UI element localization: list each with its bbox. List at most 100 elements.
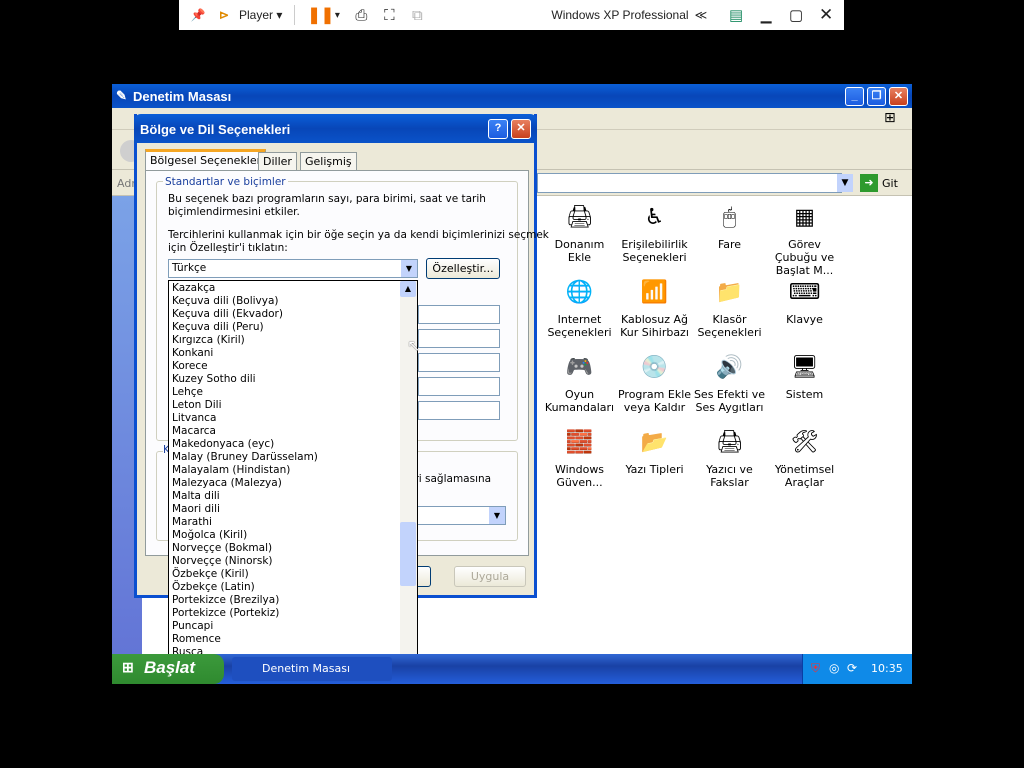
dropdown-option[interactable]: Korece	[172, 360, 208, 373]
cp-item[interactable]: 💿 Program Ekle veya Kaldır	[617, 350, 692, 414]
pin-icon[interactable]: 📌	[183, 8, 213, 22]
gamepad-icon: 🎮	[565, 354, 594, 380]
dialog-close-button[interactable]: ✕	[511, 119, 531, 139]
cp-item[interactable]: 🛠 Yönetimsel Araçlar	[767, 425, 842, 489]
close-icon[interactable]: ✕	[811, 5, 841, 25]
dropdown-option[interactable]: Norveççe (Ninorsk)	[172, 555, 273, 568]
customize-button[interactable]: Özelleştir...	[426, 258, 500, 279]
dropdown-option[interactable]: Kuzey Sotho dili	[172, 373, 256, 386]
tab-advanced[interactable]: Gelişmiş	[300, 152, 357, 171]
dropdown-option[interactable]: Malezyaca (Malezya)	[172, 477, 282, 490]
dropdown-option[interactable]: Norveççe (Bokmal)	[172, 542, 272, 555]
cp-item[interactable]: 🌐 Internet Seçenekleri	[542, 275, 617, 339]
dropdown-option[interactable]: Puncapi	[172, 620, 213, 633]
dialog-titlebar[interactable]: Bölge ve Dil Seçenekleri ? ✕	[134, 114, 537, 143]
dropdown-option[interactable]: Portekizce (Portekiz)	[172, 607, 279, 620]
dropdown-option[interactable]: Malay (Bruney Darüsselam)	[172, 451, 318, 464]
fullscreen-icon[interactable]: ⛶	[375, 7, 403, 24]
dropdown-option[interactable]: Konkani	[172, 347, 213, 360]
address-input[interactable]	[537, 173, 842, 193]
help-button[interactable]: ?	[488, 119, 508, 139]
cp-item-label: Erişilebilirlik Seçenekleri	[621, 238, 688, 264]
folder-icon: 📁	[715, 279, 744, 305]
dropdown-option[interactable]: Makedonyaca (eyc)	[172, 438, 274, 451]
cp-item-label: Yönetimsel Araçlar	[774, 463, 835, 489]
dropdown-option[interactable]: Maori dili	[172, 503, 220, 516]
pause-icon[interactable]: ❚❚	[307, 5, 334, 25]
dropdown-option[interactable]: Moğolca (Kiril)	[172, 529, 247, 542]
cp-item[interactable]: 📶 Kablosuz Ağ Kur Sihirbazı	[617, 275, 692, 339]
dropdown-option[interactable]: Kazakça	[172, 282, 215, 295]
security-alert-icon[interactable]: ⛨	[811, 661, 820, 676]
dropdown-option[interactable]: Malta dili	[172, 490, 220, 503]
cp-item-label: Ses Efekti ve Ses Aygıtları	[693, 388, 766, 414]
cp-item[interactable]: 🖱 Fare	[692, 200, 767, 251]
dropdown-option[interactable]: Litvanca	[172, 412, 216, 425]
locale-select[interactable]: Türkçe ▼	[168, 259, 418, 278]
collapse-chevrons-icon[interactable]: ≪	[695, 8, 708, 22]
dropdown-option[interactable]: Macarca	[172, 425, 216, 438]
scroll-thumb[interactable]	[400, 522, 416, 586]
cp-item-label: Program Ekle veya Kaldır	[617, 388, 692, 414]
dropdown-option[interactable]: Malayalam (Hindistan)	[172, 464, 290, 477]
scroll-up-icon[interactable]: ▲	[400, 281, 416, 297]
go-arrow-icon[interactable]: ➜	[860, 174, 878, 192]
cp-item[interactable]: 🧱 Windows Güven...	[542, 425, 617, 489]
go-label[interactable]: Git	[882, 177, 898, 190]
firewall-icon: 🧱	[565, 429, 594, 455]
unity-icon[interactable]: ⧉	[403, 7, 431, 24]
chevron-down-icon[interactable]: ▼	[401, 260, 417, 277]
devices-icon[interactable]: ⎙	[347, 7, 375, 24]
cp-item[interactable]: 🖨 Yazıcı ve Fakslar	[692, 425, 767, 489]
dropdown-option[interactable]: Kırgızca (Kiril)	[172, 334, 245, 347]
dropdown-option[interactable]: Özbekçe (Kiril)	[172, 568, 249, 581]
tab-regional-options[interactable]: Bölgesel Seçenekler	[145, 149, 267, 171]
dropdown-option[interactable]: Keçuva dili (Peru)	[172, 321, 264, 334]
cp-item-label: Görev Çubuğu ve Başlat M...	[774, 238, 835, 277]
minimize-button[interactable]: _	[845, 87, 864, 106]
minimize-icon[interactable]: ▁	[751, 7, 781, 24]
cp-item[interactable]: 🎮 Oyun Kumandaları	[542, 350, 617, 414]
dropdown-option[interactable]: Lehçe	[172, 386, 203, 399]
cp-item[interactable]: 📂 Yazı Tipleri	[617, 425, 692, 476]
cp-item[interactable]: 🖥 Sistem	[767, 350, 842, 401]
cp-item[interactable]: ▦ Görev Çubuğu ve Başlat M...	[767, 200, 842, 277]
maximize-icon[interactable]: ▢	[781, 6, 811, 24]
pause-dropdown-icon[interactable]: ▾	[327, 10, 347, 21]
sample-field-4	[418, 377, 500, 396]
dropdown-option[interactable]: Portekizce (Brezilya)	[172, 594, 279, 607]
taskbar-item-control-panel[interactable]: Denetim Masası	[232, 657, 392, 681]
update-icon[interactable]: ⟳	[847, 661, 857, 675]
cp-item[interactable]: 🖨 Donanım Ekle	[542, 200, 617, 264]
dropdown-option[interactable]: Keçuva dili (Bolivya)	[172, 295, 279, 308]
address-dropdown-icon[interactable]: ▼	[837, 174, 853, 192]
cp-item[interactable]: ⌨ Klavye	[767, 275, 842, 326]
guest-desktop: ✎ Denetim Masası _ ❐ ✕ ⊞ Adr ▼ ➜ Git 🖨 Do…	[112, 84, 912, 684]
apply-button[interactable]: Uygula	[454, 566, 526, 587]
group-title: Standartlar ve biçimler	[163, 176, 288, 189]
start-button[interactable]: ⊞ Başlat	[112, 654, 224, 684]
restore-button[interactable]: ❐	[867, 87, 886, 106]
network-icon[interactable]: ◎	[829, 661, 839, 675]
dropdown-option[interactable]: Marathi	[172, 516, 212, 529]
dropdown-option[interactable]: Leton Dili	[172, 399, 222, 412]
dropdown-option[interactable]: Özbekçe (Latin)	[172, 581, 255, 594]
cp-item[interactable]: 🔊 Ses Efekti ve Ses Aygıtları	[692, 350, 767, 414]
dropdown-option[interactable]: Romence	[172, 633, 221, 646]
message-icon[interactable]: ▤	[721, 6, 751, 24]
mouse-icon: 🖱	[722, 204, 737, 230]
mouse-cursor-icon: ↖	[407, 336, 421, 355]
close-button[interactable]: ✕	[889, 87, 908, 106]
cp-item[interactable]: 📁 Klasör Seçenekleri	[692, 275, 767, 339]
player-logo-icon: ⊳	[218, 8, 230, 22]
control-panel-titlebar[interactable]: ✎ Denetim Masası _ ❐ ✕	[112, 84, 912, 108]
system-tray: ⛨ ◎ ⟳ 10:35	[802, 654, 912, 684]
control-panel-title: Denetim Masası	[133, 89, 232, 104]
chevron-down-icon[interactable]: ▼	[489, 507, 505, 524]
locale-dropdown-list[interactable]: ▲ ▼ KazakçaKeçuva dili (Bolivya)Keçuva d…	[168, 280, 418, 671]
cp-item[interactable]: ♿ Erişilebilirlik Seçenekleri	[617, 200, 692, 264]
dropdown-option[interactable]: Keçuva dili (Ekvador)	[172, 308, 283, 321]
cp-item-label: Fare	[717, 238, 742, 251]
tab-languages[interactable]: Diller	[258, 152, 297, 171]
player-menu-button[interactable]: Player ▾	[239, 8, 282, 22]
